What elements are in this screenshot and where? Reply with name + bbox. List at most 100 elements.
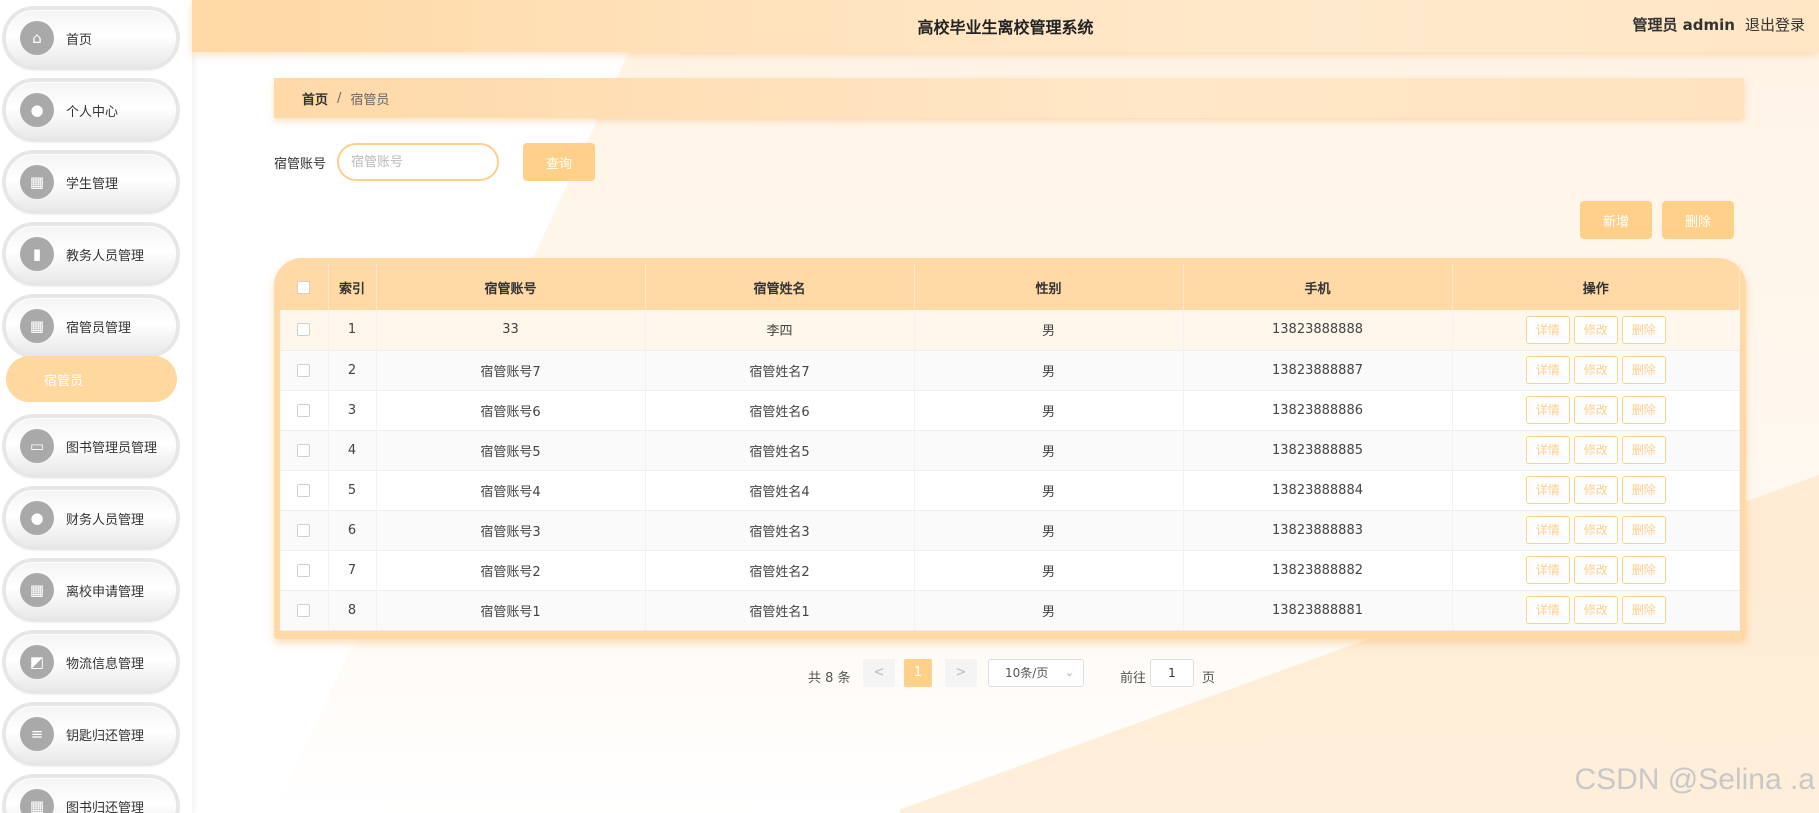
sidebar-item-librarians[interactable]: ▭ 图书管理员管理 (6, 418, 176, 474)
cell-actions: 详情 修改 删除 (1452, 350, 1740, 391)
delete-button[interactable]: 删除 (1621, 356, 1666, 384)
detail-button[interactable]: 详情 (1525, 315, 1570, 344)
sidebar-item-leave-applications[interactable]: ▦ 离校申请管理 (6, 562, 176, 618)
next-page-button[interactable]: > (945, 659, 977, 687)
user-icon: ● (20, 93, 54, 127)
cell-index: 3 (328, 390, 377, 431)
cell-gender: 男 (914, 430, 1184, 471)
sidebar-item-label: 图书归还管理 (66, 800, 145, 813)
watermark: CSDN @Selina .a (1574, 763, 1815, 796)
sidebar-item-finance-staff[interactable]: ● 财务人员管理 (6, 490, 176, 546)
sidebar-subitem-dorm-manager[interactable]: 宿管员 (6, 356, 177, 402)
prev-page-button[interactable]: < (863, 659, 895, 687)
cell-account: 宿管账号3 (376, 510, 646, 551)
cell-name: 宿管姓名7 (645, 350, 915, 391)
table-row: 2 宿管账号7 宿管姓名7 男 13823888887 详情 修改 删除 (280, 350, 1740, 391)
logout-link[interactable]: 退出登录 (1745, 14, 1805, 35)
sidebar-item-students[interactable]: ▦ 学生管理 (6, 154, 176, 210)
cell-index: 5 (328, 470, 377, 511)
row-checkbox[interactable] (297, 523, 311, 537)
cell-index: 6 (328, 510, 377, 551)
add-button[interactable]: 新增 (1580, 201, 1652, 239)
edit-button[interactable]: 修改 (1573, 476, 1618, 504)
cell-select[interactable] (280, 590, 329, 631)
row-checkbox[interactable] (297, 483, 311, 497)
cell-name: 宿管姓名3 (645, 510, 915, 551)
query-button[interactable]: 查询 (523, 143, 595, 181)
cell-actions: 详情 修改 删除 (1452, 310, 1740, 351)
row-checkbox[interactable] (297, 443, 311, 457)
cell-select[interactable] (280, 350, 329, 391)
cell-select[interactable] (280, 550, 329, 591)
detail-button[interactable]: 详情 (1525, 476, 1570, 504)
delete-button[interactable]: 删除 (1621, 556, 1666, 584)
cell-gender: 男 (914, 350, 1184, 391)
detail-button[interactable]: 详情 (1525, 596, 1570, 624)
detail-button[interactable]: 详情 (1525, 396, 1570, 424)
sidebar-item-logistics[interactable]: ◩ 物流信息管理 (6, 634, 176, 690)
sidebar-item-profile[interactable]: ● 个人中心 (6, 82, 176, 138)
detail-button[interactable]: 详情 (1525, 556, 1570, 584)
detail-button[interactable]: 详情 (1525, 436, 1570, 464)
edit-button[interactable]: 修改 (1573, 596, 1618, 624)
cell-select[interactable] (280, 310, 329, 351)
sidebar-item-label: 首页 (66, 32, 93, 48)
cell-actions: 详情 修改 删除 (1452, 430, 1740, 471)
table-row: 7 宿管账号2 宿管姓名2 男 13823888882 详情 修改 删除 (280, 550, 1740, 591)
row-checkbox[interactable] (297, 323, 311, 337)
edit-button[interactable]: 修改 (1573, 556, 1618, 584)
cell-phone: 13823888887 (1183, 350, 1453, 391)
select-all-checkbox[interactable] (297, 280, 311, 294)
sidebar-item-key-return[interactable]: ≡ 钥匙归还管理 (6, 706, 176, 762)
goto-page-input[interactable] (1150, 659, 1194, 687)
table-body: 1 33 李四男 13823888888 详情 修改 删除 2 宿管账号7 宿管姓名7 男 13823… (280, 310, 1740, 631)
row-checkbox[interactable] (297, 403, 311, 417)
cell-select[interactable] (280, 470, 329, 511)
sidebar-item-book-return[interactable]: ▦ 图书归还管理 (6, 778, 176, 813)
cell-gender: 男 (914, 390, 1184, 431)
sidebar-item-dorm-managers[interactable]: ▦ 宿管员管理 (6, 298, 176, 354)
search-input[interactable] (337, 143, 499, 181)
cell-account: 宿管账号4 (376, 470, 646, 511)
sidebar-item-home[interactable]: ⌂ 首页 (6, 10, 176, 66)
column-header: 宿管姓名 (645, 264, 915, 310)
cell-account: 33 (376, 310, 646, 351)
detail-button[interactable]: 详情 (1525, 356, 1570, 384)
sidebar-item-label: 钥匙归还管理 (66, 728, 145, 744)
page-size-select[interactable]: 10条/页 ⌄ (988, 659, 1084, 687)
delete-button[interactable]: 删除 (1621, 315, 1666, 344)
cell-select[interactable] (280, 390, 329, 431)
column-header: 操作 (1452, 264, 1740, 310)
row-checkbox[interactable] (297, 563, 311, 577)
chevron-down-icon: ⌄ (1064, 666, 1074, 679)
current-user: 管理员 admin (1632, 16, 1735, 34)
edit-button[interactable]: 修改 (1573, 516, 1618, 544)
edit-button[interactable]: 修改 (1573, 396, 1618, 424)
edit-button[interactable]: 修改 (1573, 436, 1618, 464)
row-checkbox[interactable] (297, 363, 311, 377)
cell-actions: 详情 修改 删除 (1452, 510, 1740, 551)
column-header: 索引 (328, 264, 377, 310)
cell-select[interactable] (280, 430, 329, 471)
batch-delete-button[interactable]: 删除 (1662, 201, 1734, 239)
page-number-current[interactable]: 1 (904, 659, 932, 687)
delete-button[interactable]: 删除 (1621, 476, 1666, 504)
detail-button[interactable]: 详情 (1525, 516, 1570, 544)
sidebar-item-academic-staff[interactable]: ▮ 教务人员管理 (6, 226, 176, 282)
sidebar-item-label: 物流信息管理 (66, 656, 145, 672)
delete-button[interactable]: 删除 (1621, 396, 1666, 424)
row-checkbox[interactable] (297, 603, 311, 617)
delete-button[interactable]: 删除 (1621, 596, 1666, 624)
cell-index: 4 (328, 430, 377, 471)
breadcrumb-separator: / (337, 90, 342, 106)
delete-button[interactable]: 删除 (1621, 516, 1666, 544)
cell-gender: 男 (914, 470, 1184, 511)
cell-gender: 男 (914, 590, 1184, 631)
delete-button[interactable]: 删除 (1621, 436, 1666, 464)
cell-index: 8 (328, 590, 377, 631)
edit-button[interactable]: 修改 (1573, 315, 1618, 344)
select-all-header[interactable] (280, 264, 329, 310)
cell-select[interactable] (280, 510, 329, 551)
edit-button[interactable]: 修改 (1573, 356, 1618, 384)
breadcrumb-home[interactable]: 首页 (302, 89, 328, 108)
